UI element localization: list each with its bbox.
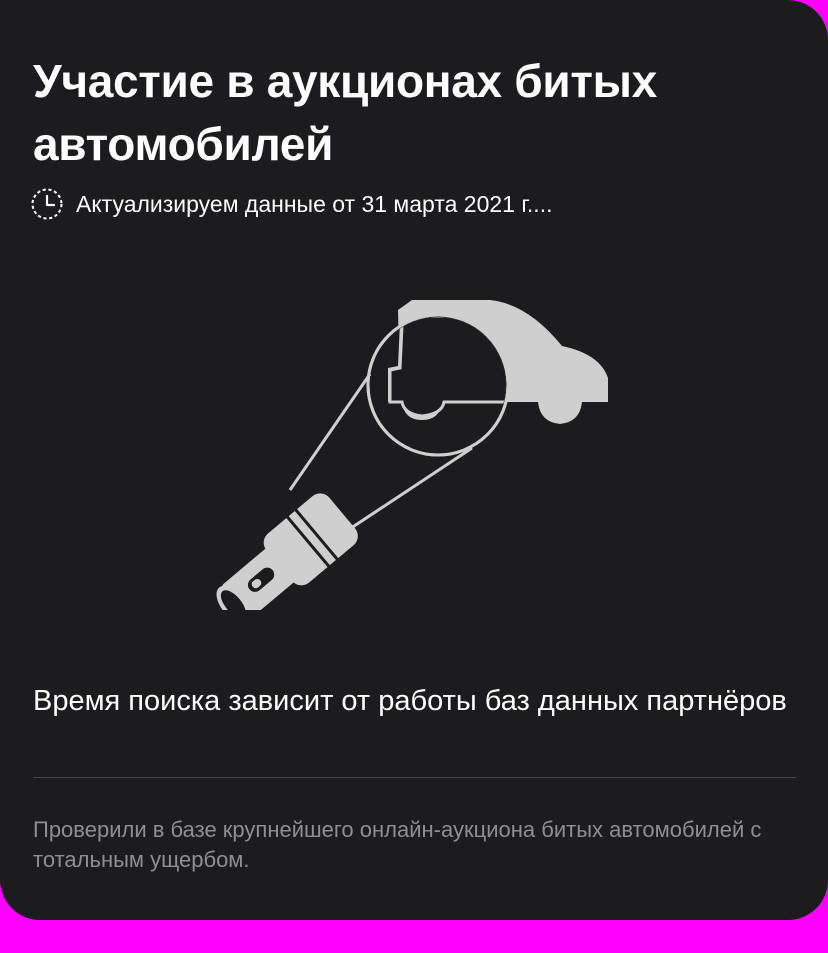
card-title: Участие в аукционах битых автомобилей [33,55,657,170]
status-row: Актуализируем данные от 31 марта 2021 г.… [30,186,552,222]
status-text: Актуализируем данные от 31 марта 2021 г.… [76,190,553,217]
flashlight-car-icon [210,290,620,623]
search-time-description: Время поиска зависит от работы баз данны… [33,685,787,717]
clock-icon [30,187,64,221]
auction-report-card: Участие в аукционах битых автомобилей Ак… [0,0,828,920]
divider [33,777,796,778]
check-note: Проверили в базе крупнейшего онлайн-аукц… [33,817,762,872]
